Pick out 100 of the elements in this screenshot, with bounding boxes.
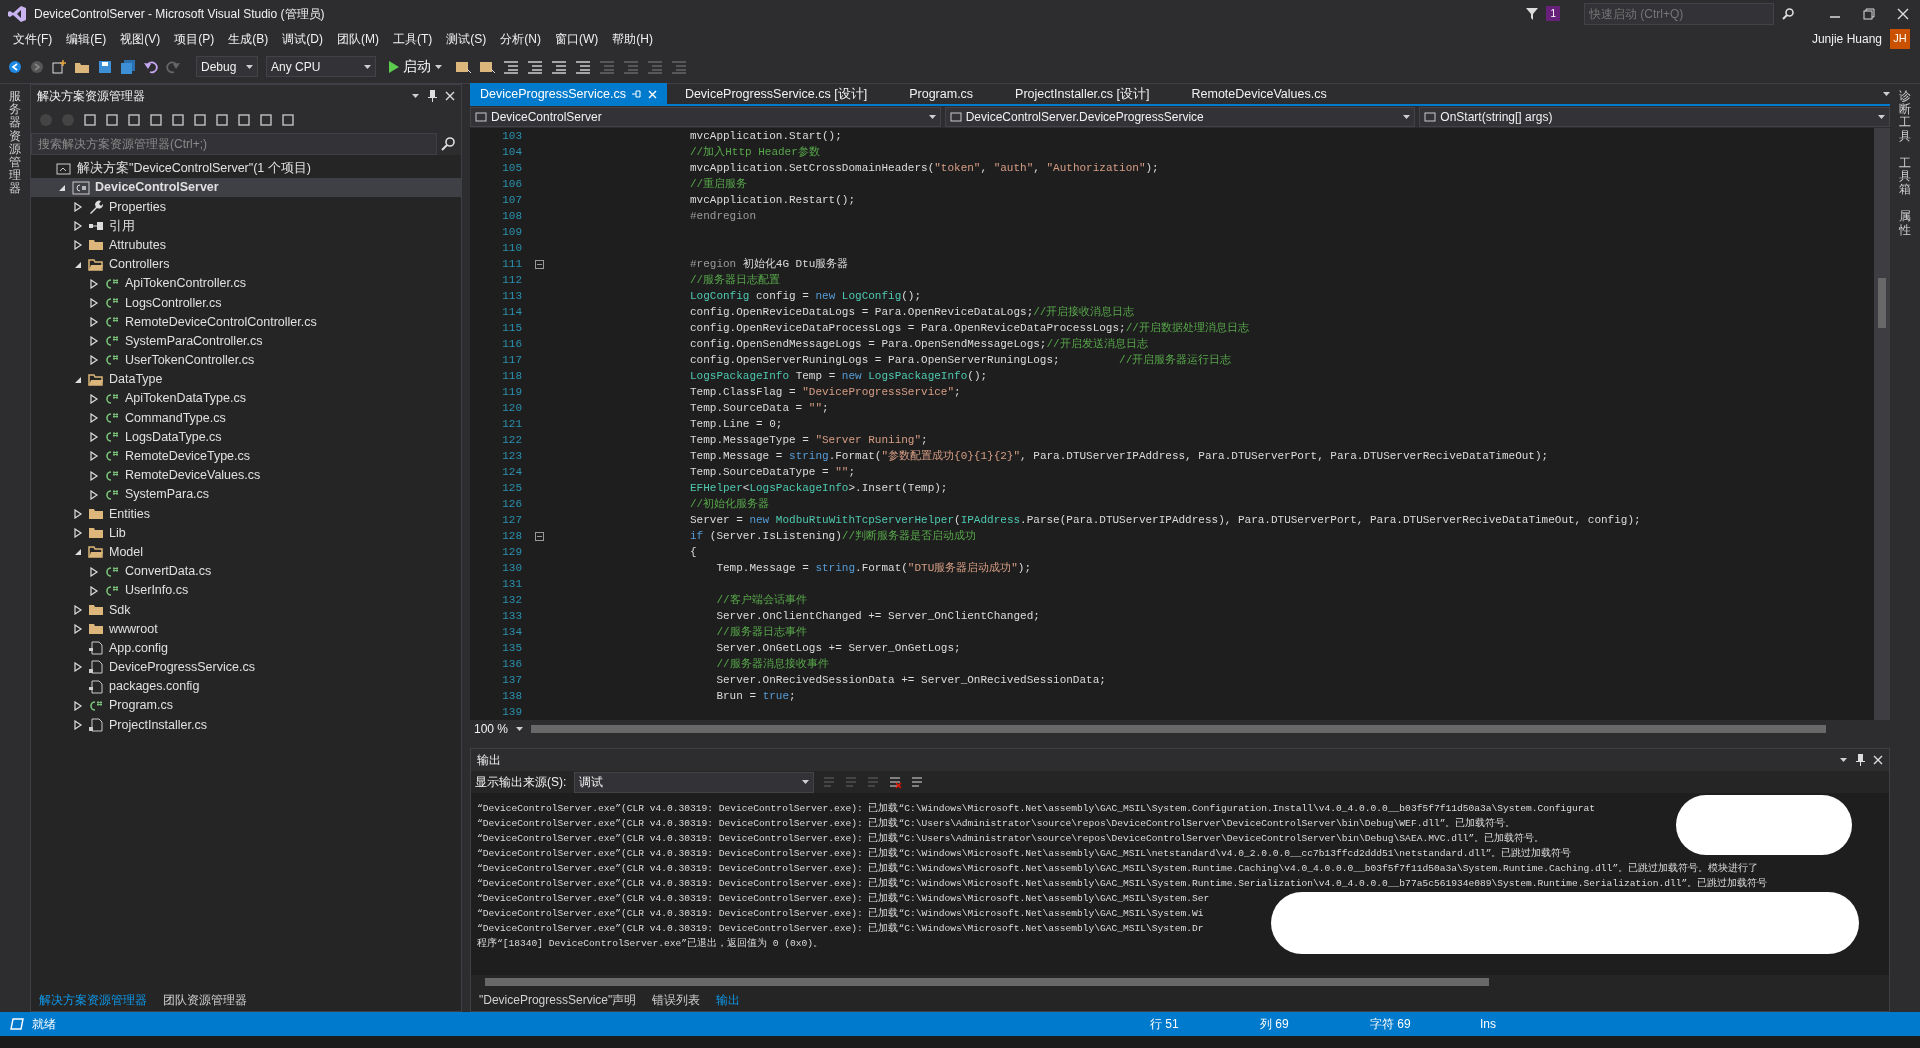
- tree-item[interactable]: UserTokenController.cs: [31, 350, 461, 371]
- tree-item[interactable]: ApiTokenController.cs: [31, 274, 461, 294]
- side-panel-tab[interactable]: 诊断工具: [1899, 90, 1911, 143]
- save-icon[interactable]: [98, 59, 112, 74]
- editor-tab[interactable]: Program.cs: [899, 83, 984, 105]
- tree-item[interactable]: wwwroot: [31, 619, 461, 639]
- line-number: 118: [501, 369, 523, 384]
- tree-item[interactable]: Attrubutes: [31, 235, 461, 255]
- tree-item[interactable]: DataType: [31, 370, 461, 390]
- tree-item[interactable]: RemoteDeviceControlController.cs: [31, 312, 461, 332]
- navigation-dropdown[interactable]: DeviceControlServer: [470, 107, 941, 127]
- code-line: //初始化服务器: [689, 497, 770, 512]
- redo-icon[interactable]: [166, 59, 180, 74]
- tree-item[interactable]: ApiTokenDataType.cs: [31, 389, 461, 409]
- tree-item[interactable]: RemoteDeviceValues.cs: [31, 466, 461, 486]
- navigation-dropdown[interactable]: DeviceControlServer.DeviceProgressService: [944, 107, 1416, 127]
- code-line: Server = new ModbuRtuWithTcpServerHelper(IPAddress.Parse(Para.DTUServerIPAddress), Para.DTUServerPort, Para.DTUServerReciveDataTimeOut, config);: [689, 513, 1641, 528]
- clear-all-icon[interactable]: [888, 775, 903, 789]
- undo-icon[interactable]: [144, 59, 158, 74]
- status-message: 就绪: [32, 1016, 56, 1033]
- menu-item[interactable]: 编辑(E): [59, 27, 114, 50]
- notification-count[interactable]: 1: [1546, 6, 1560, 21]
- tree-item[interactable]: DeviceControlServer: [31, 178, 461, 198]
- navigation-dropdown[interactable]: OnStart(string[] args): [1419, 107, 1890, 127]
- folder-icon: [88, 622, 104, 637]
- configuration-dropdown[interactable]: Debug: [196, 56, 258, 77]
- ready-icon: [10, 1018, 24, 1030]
- account-name[interactable]: Junjie Huang: [1811, 29, 1882, 48]
- tree-item[interactable]: CommandType.cs: [31, 408, 461, 428]
- tree-item[interactable]: Properties: [31, 197, 461, 217]
- line-number: 130: [501, 561, 523, 576]
- tree-item[interactable]: LogsDataType.cs: [31, 427, 461, 447]
- code-line: //客户端会话事件: [715, 593, 807, 608]
- menu-item[interactable]: 视图(V): [113, 27, 168, 50]
- side-panel-tab[interactable]: 服务器资源管理器: [9, 90, 21, 196]
- panel-tab[interactable]: "DeviceProgressService"声明: [471, 989, 645, 1011]
- tree-item[interactable]: Sdk: [31, 600, 461, 620]
- panel-tab[interactable]: 输出: [708, 989, 749, 1011]
- editor-tab[interactable]: DeviceProgressService.cs [设计]: [674, 83, 878, 105]
- start-button[interactable]: 启动: [384, 55, 447, 78]
- side-panel-tab[interactable]: 工具箱: [1899, 156, 1911, 197]
- tree-item[interactable]: DeviceProgressService.cs: [31, 657, 461, 678]
- menu-item[interactable]: 团队(M): [330, 27, 386, 50]
- horizontal-scrollbar[interactable]: [485, 978, 1489, 986]
- close-icon[interactable]: [1873, 755, 1883, 765]
- menu-item[interactable]: 测试(S): [439, 27, 494, 50]
- pin-icon[interactable]: [427, 90, 437, 102]
- menu-item[interactable]: 项目(P): [167, 27, 222, 50]
- zoom-dropdown[interactable]: 100 %: [474, 720, 524, 738]
- search-field[interactable]: 搜索解决方案资源管理器(Ctrl+;): [31, 133, 437, 155]
- output-source-dropdown[interactable]: 调试: [574, 771, 815, 793]
- tree-item[interactable]: packages.config: [31, 677, 461, 697]
- tree-item[interactable]: Entities: [31, 504, 461, 524]
- caret-icon: [364, 64, 371, 69]
- horizontal-scrollbar[interactable]: [531, 725, 1826, 733]
- menu-item[interactable]: 文件(F): [6, 27, 60, 50]
- tree-item[interactable]: Model: [31, 542, 461, 562]
- tree-item[interactable]: SystemPara.cs: [31, 485, 461, 505]
- save-all-icon[interactable]: [120, 59, 136, 74]
- panel-tab[interactable]: 解决方案资源管理器: [31, 989, 155, 1011]
- menu-item[interactable]: 窗口(W): [548, 27, 606, 50]
- scrollbar-thumb[interactable]: [1878, 278, 1886, 328]
- tree-item[interactable]: 引用: [31, 216, 461, 236]
- line-number: 107: [501, 193, 523, 208]
- tree-item[interactable]: App.config: [31, 638, 461, 658]
- quick-launch-field[interactable]: 快速启动 (Ctrl+Q): [1584, 2, 1774, 25]
- editor-tab[interactable]: RemoteDeviceValues.cs: [1181, 83, 1337, 105]
- tree-item[interactable]: ConvertData.cs: [31, 561, 461, 582]
- tree-item[interactable]: LogsController.cs: [31, 293, 461, 313]
- panel-tab[interactable]: 团队资源管理器: [155, 989, 255, 1011]
- line-number: 138: [501, 689, 523, 704]
- menu-item[interactable]: 分析(N): [493, 27, 548, 50]
- tree-item[interactable]: ProjectInstaller.cs: [31, 715, 461, 735]
- menu-item[interactable]: 工具(T): [386, 27, 440, 50]
- tree-item[interactable]: Program.cs: [31, 696, 461, 716]
- tree-item[interactable]: 解决方案"DeviceControlServer"(1 个项目): [31, 159, 461, 179]
- menu-item[interactable]: 调试(D): [275, 27, 330, 50]
- tree-item[interactable]: Lib: [31, 523, 461, 543]
- tree-item[interactable]: RemoteDeviceType.cs: [31, 446, 461, 466]
- side-panel-tab[interactable]: 属性: [1899, 210, 1911, 237]
- filter-icon[interactable]: [1526, 7, 1539, 20]
- pin-icon[interactable]: [1855, 754, 1865, 766]
- account-avatar[interactable]: JH: [1890, 28, 1910, 49]
- close-icon[interactable]: [445, 91, 455, 101]
- search-icon[interactable]: [1782, 7, 1794, 20]
- collapse-icon[interactable]: [534, 259, 544, 269]
- platform-dropdown[interactable]: Any CPU: [266, 56, 376, 77]
- panel-tab[interactable]: 错误列表: [644, 989, 709, 1011]
- tree-item[interactable]: UserInfo.cs: [31, 581, 461, 601]
- panel-title: 输出: [477, 752, 502, 769]
- new-item-icon[interactable]: [52, 59, 66, 74]
- tree-item[interactable]: Controllers: [31, 254, 461, 275]
- collapse-icon[interactable]: [534, 531, 544, 541]
- output-line: “DeviceControlServer.exe”(CLR v4.0.30319: DeviceControlServer.exe): 已加载“C:\Windows\Microsoft.Net\assembly\GAC_MSIL\System.Wi: [477, 906, 1205, 921]
- line-number: 117: [501, 353, 523, 368]
- menu-item[interactable]: 生成(B): [221, 27, 276, 50]
- folder-icon: [88, 238, 104, 253]
- editor-tab[interactable]: ProjectInstaller.cs [设计]: [1005, 83, 1160, 105]
- tree-item[interactable]: SystemParaController.cs: [31, 331, 461, 351]
- menu-item[interactable]: 帮助(H): [605, 27, 660, 50]
